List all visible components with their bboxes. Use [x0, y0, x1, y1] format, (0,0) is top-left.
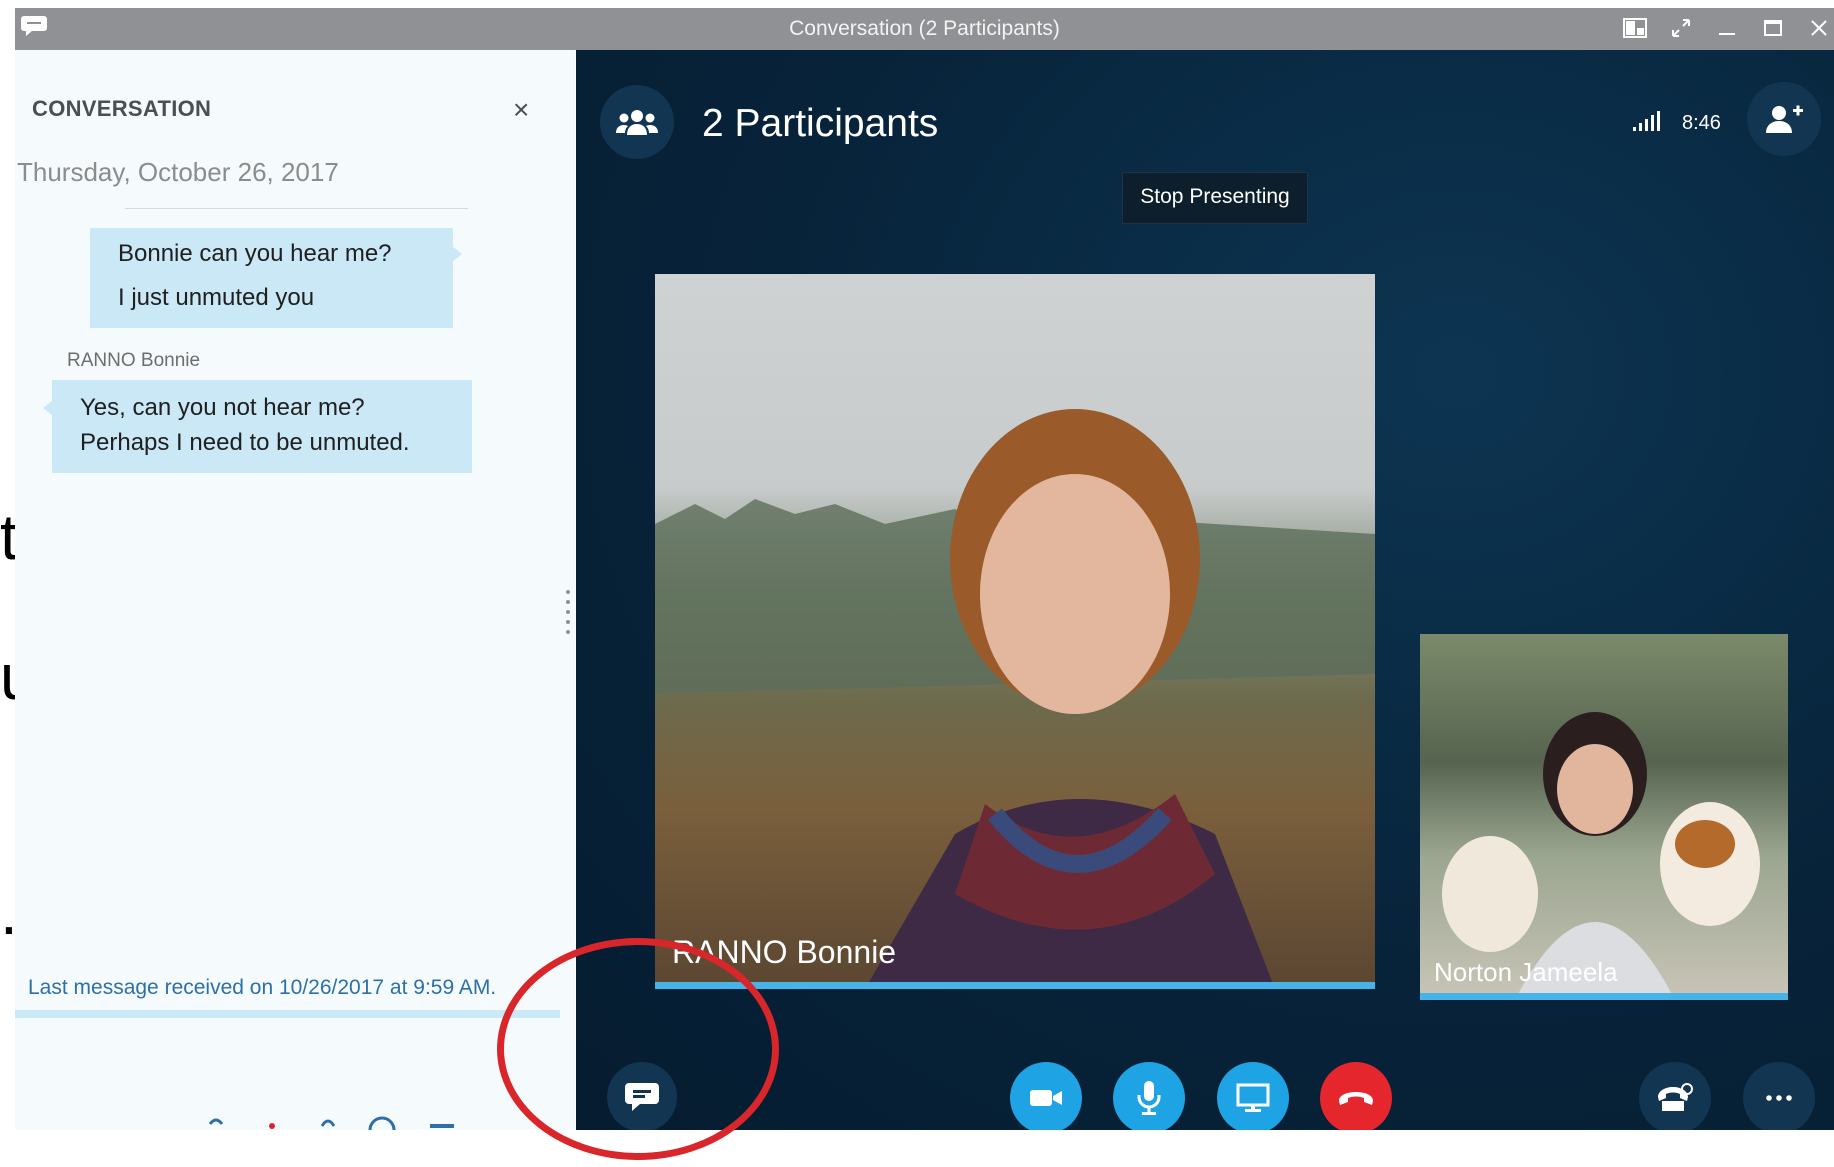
send-icon	[430, 1124, 454, 1128]
minimize-icon[interactable]	[1712, 12, 1742, 44]
participants-button[interactable]	[600, 85, 674, 159]
meeting-stage: 2 Participants 8:46 Stop Presenting RANN…	[576, 50, 1834, 1134]
annotation-circle	[497, 938, 779, 1160]
message-line: Perhaps I need to be unmuted.	[80, 429, 410, 456]
active-speaker-bar	[655, 982, 1375, 989]
video-bar	[1420, 993, 1788, 1000]
hang-up-button[interactable]	[1320, 1062, 1392, 1134]
call-duration: 8:46	[1682, 112, 1721, 134]
maximize-icon[interactable]	[1758, 12, 1788, 44]
message-input-toolbar	[190, 1110, 510, 1130]
add-person-icon	[1766, 105, 1803, 133]
window-title-bar: Conversation (2 Participants)	[15, 8, 1834, 50]
screen-bottom-edge	[576, 1130, 1834, 1167]
attach-icon	[320, 1119, 336, 1127]
message-line: I just unmuted you	[118, 284, 315, 311]
close-conversation-icon[interactable]: ×	[513, 94, 529, 126]
window-title: Conversation (2 Participants)	[789, 17, 1060, 40]
people-icon	[616, 110, 658, 135]
signal-strength-icon	[1633, 111, 1660, 131]
status-bar	[15, 1010, 560, 1018]
message-line: Yes, can you not hear me?	[80, 394, 365, 421]
participant-photo	[1442, 712, 1760, 1000]
participant-photo	[655, 409, 1375, 989]
monitor-icon	[1236, 1083, 1270, 1112]
conversation-pane: CONVERSATION × Thursday, October 26, 201…	[15, 50, 575, 1130]
participant-video-main: RANNO Bonnie	[655, 274, 1375, 989]
ellipsis-icon	[1766, 1095, 1792, 1101]
last-message-status: Last message received on 10/26/2017 at 9…	[28, 976, 497, 999]
emoji-icon	[368, 1116, 396, 1130]
close-icon[interactable]	[1804, 12, 1834, 44]
pane-splitter-handle[interactable]	[566, 590, 570, 634]
phone-keypad-icon	[1658, 1083, 1693, 1111]
hang-up-phone-icon	[1339, 1092, 1373, 1105]
meeting-title: 2 Participants	[702, 102, 939, 145]
message-line: Bonnie can you hear me?	[118, 240, 392, 267]
present-screen-button[interactable]	[1217, 1062, 1289, 1134]
video-camera-button[interactable]	[1010, 1062, 1082, 1134]
screen-bottom-edge	[0, 1130, 576, 1167]
pop-out-icon[interactable]	[1666, 12, 1696, 44]
conversation-header: CONVERSATION	[32, 96, 212, 121]
more-options-button[interactable]	[1743, 1062, 1815, 1134]
pen-icon	[208, 1118, 224, 1125]
add-participant-button[interactable]	[1747, 82, 1821, 156]
microphone-icon	[1137, 1081, 1161, 1115]
divider	[125, 208, 468, 209]
message-bubble-incoming: Yes, can you not hear me? Perhaps I need…	[43, 380, 472, 473]
participant-video-thumbnail: Norton Jameela	[1420, 634, 1788, 1000]
participant-name: Norton Jameela	[1434, 957, 1618, 987]
priority-icon	[269, 1123, 275, 1129]
microphone-button[interactable]	[1113, 1062, 1185, 1134]
layout-icon[interactable]	[1620, 12, 1650, 44]
stop-presenting-button[interactable]: Stop Presenting	[1122, 172, 1308, 224]
message-sender: RANNO Bonnie	[67, 350, 201, 371]
call-controls-button[interactable]	[1639, 1062, 1711, 1134]
conversation-date: Thursday, October 26, 2017	[17, 157, 339, 187]
message-bubble-outgoing: Bonnie can you hear me? I just unmuted y…	[90, 228, 462, 328]
video-camera-icon	[1030, 1090, 1062, 1106]
